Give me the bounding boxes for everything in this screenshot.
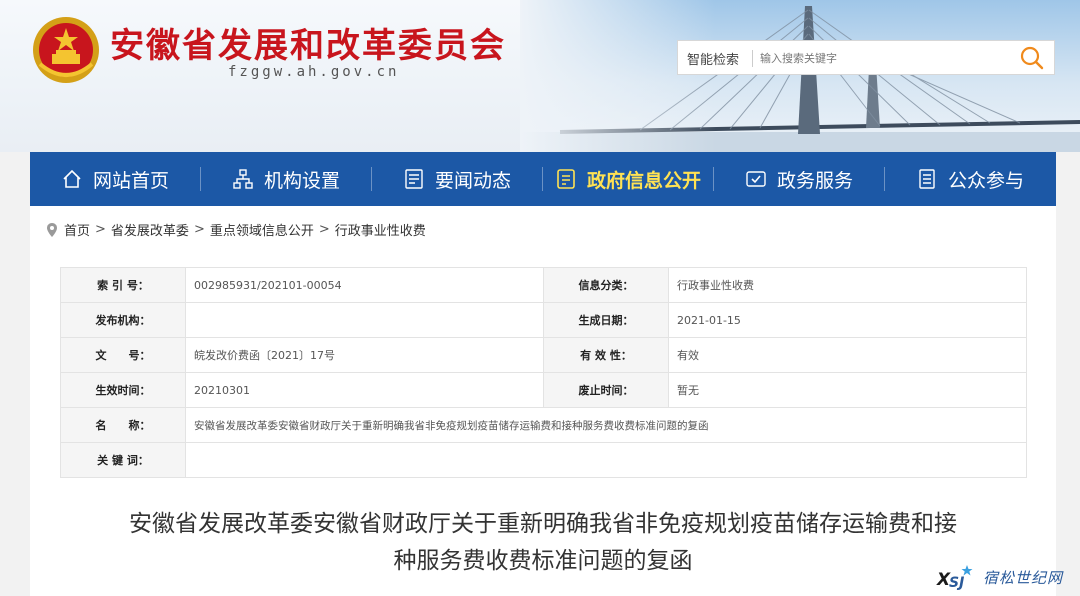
search-icon [1020, 46, 1044, 70]
repeal-date-label: 废止时间： [543, 372, 669, 408]
search-button[interactable] [1018, 45, 1046, 71]
document-title: 安徽省发展改革委安徽省财政厅关于重新明确我省非免疫规划疫苗储存运输费和接 种服务… [70, 506, 1016, 580]
document-icon [557, 169, 575, 189]
site-header: 安徽省发展和改革委员会 fzggw.ah.gov.cn 智能检索 [0, 0, 1080, 152]
search-label: 智能检索 [687, 53, 740, 68]
org-chart-icon [233, 169, 253, 189]
table-row: 生效时间： 20210301 废止时间： 暂无 [60, 372, 1027, 408]
name-label: 名 称： [60, 407, 186, 443]
created-date-label: 生成日期： [543, 302, 669, 338]
index-label: 索 引 号： [60, 267, 186, 303]
breadcrumb-separator: > [95, 222, 106, 237]
effective-date-value: 20210301 [185, 372, 544, 408]
validity-value: 有效 [668, 337, 1027, 373]
news-icon [405, 169, 423, 189]
breadcrumb-commission[interactable]: 省发展改革委 [111, 220, 189, 239]
table-row: 关 键 词： [60, 442, 1027, 478]
table-row: 名 称： 安徽省发展改革委安徽省财政厅关于重新明确我省非免疫规划疫苗储存运输费和… [60, 407, 1027, 443]
nav-item-participation[interactable]: 公众参与 [885, 152, 1055, 206]
svg-text:SJ: SJ [949, 575, 964, 591]
nav-item-organization[interactable]: 机构设置 [201, 152, 371, 206]
participation-icon [919, 169, 935, 189]
doc-number-label: 文 号： [60, 337, 186, 373]
nav-item-gov-info[interactable]: 政府信息公开 [543, 152, 713, 206]
nav-item-gov-service[interactable]: 政务服务 [714, 152, 884, 206]
breadcrumb-separator: > [193, 222, 205, 237]
table-row: 索 引 号： 002985931/202101-00054 信息分类： 行政事业… [60, 267, 1027, 303]
bridge-banner-image [520, 0, 1080, 152]
watermark-text: 宿松世纪网 [983, 568, 1064, 587]
breadcrumb-separator: > [318, 222, 330, 237]
publisher-value [185, 302, 544, 338]
site-title[interactable]: 安徽省发展和改革委员会 [110, 18, 506, 67]
effective-date-label: 生效时间： [60, 372, 186, 408]
watermark-logo-icon: X SJ [936, 565, 973, 591]
validity-label: 有 效 性： [543, 337, 669, 373]
service-icon [746, 171, 766, 187]
main-nav: 网站首页 机构设置 要闻动态 政府信息公开 政务服务 公众参与 [30, 152, 1056, 206]
site-watermark: X SJ 宿松世纪网 [935, 562, 1075, 592]
repeal-date-value: 暂无 [668, 372, 1027, 408]
document-title-line2: 种服务费收费标准问题的复函 [393, 548, 693, 574]
site-domain: fzggw.ah.gov.cn [228, 64, 400, 80]
nav-item-label: 要闻动态 [434, 169, 511, 192]
document-info-table: 索 引 号： 002985931/202101-00054 信息分类： 行政事业… [60, 267, 1027, 478]
category-label: 信息分类： [543, 267, 669, 303]
national-emblem-icon [33, 17, 99, 83]
home-icon [63, 169, 81, 188]
nav-item-home[interactable]: 网站首页 [30, 152, 200, 206]
search-box: 智能检索 [677, 40, 1055, 75]
table-row: 发布机构： 生成日期： 2021-01-15 [60, 302, 1027, 338]
index-value: 002985931/202101-00054 [185, 267, 544, 303]
location-pin-icon [47, 222, 57, 237]
nav-item-label: 政务服务 [776, 169, 853, 192]
nav-item-label: 政府信息公开 [586, 169, 701, 192]
search-divider [752, 50, 753, 67]
keywords-label: 关 键 词： [60, 442, 186, 478]
name-value: 安徽省发展改革委安徽省财政厅关于重新明确我省非免疫规划疫苗储存运输费和接种服务费… [185, 407, 1027, 443]
breadcrumb: 首页 > 省发展改革委 > 重点领域信息公开 > 行政事业性收费 [46, 220, 426, 239]
nav-item-label: 网站首页 [92, 169, 169, 192]
category-value: 行政事业性收费 [668, 267, 1027, 303]
nav-item-label: 机构设置 [263, 169, 340, 192]
search-input[interactable] [760, 46, 1010, 70]
breadcrumb-admin-fees[interactable]: 行政事业性收费 [335, 220, 426, 239]
document-title-line1: 安徽省发展改革委安徽省财政厅关于重新明确我省非免疫规划疫苗储存运输费和接 [129, 511, 957, 537]
breadcrumb-home[interactable]: 首页 [64, 220, 90, 239]
doc-number-value: 皖发改价费函〔2021〕17号 [185, 337, 544, 373]
content-panel: 首页 > 省发展改革委 > 重点领域信息公开 > 行政事业性收费 索 引 号： … [30, 206, 1056, 596]
nav-item-news[interactable]: 要闻动态 [372, 152, 542, 206]
breadcrumb-key-areas[interactable]: 重点领域信息公开 [210, 220, 314, 239]
publisher-label: 发布机构： [60, 302, 186, 338]
table-row: 文 号： 皖发改价费函〔2021〕17号 有 效 性： 有效 [60, 337, 1027, 373]
created-date-value: 2021-01-15 [668, 302, 1027, 338]
keywords-value [185, 442, 1027, 478]
nav-item-label: 公众参与 [947, 169, 1024, 192]
